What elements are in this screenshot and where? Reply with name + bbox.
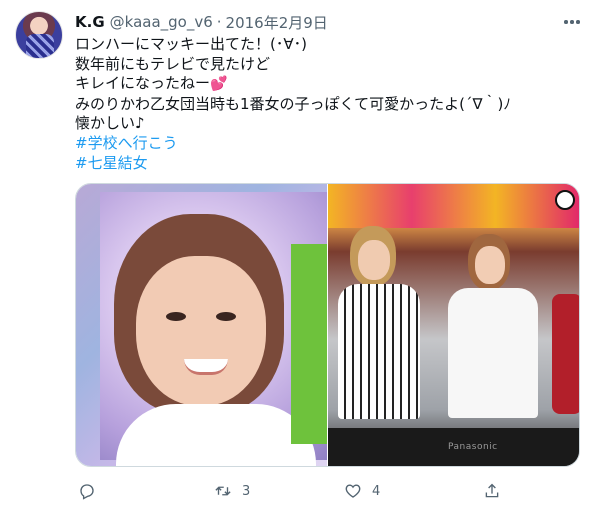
retweet-icon (215, 486, 231, 496)
hashtag-link[interactable]: #七星結女 (75, 154, 580, 174)
heart-icon (345, 484, 361, 498)
hashtag-link[interactable]: #学校へ行こう (75, 134, 580, 154)
photo-tv-portrait[interactable] (76, 184, 327, 466)
tweet-line: 懐かしい♪ (75, 114, 145, 133)
share-icon (485, 483, 499, 498)
like-button[interactable]: 4 (344, 480, 380, 502)
reply-button[interactable] (78, 480, 106, 502)
avatar[interactable] (15, 11, 63, 59)
tweet: K.G @kaaa_go_v6 · 2016年2月9日 ロンハーにマッキー出てた… (0, 0, 596, 512)
media-grid: Panasonic (75, 183, 580, 467)
heart-emoji: 💕 (210, 76, 228, 93)
reply-icon (80, 484, 94, 500)
photo-tv-studio[interactable]: Panasonic (328, 184, 579, 466)
avatar-image (26, 34, 54, 58)
action-bar: 3 4 (75, 480, 505, 502)
tweet-line: みのりかわ乙女団当時も1番女の子っぽくて可愛かったよ(´∇｀)ﾉ (75, 94, 511, 113)
tweet-header: K.G @kaaa_go_v6 · 2016年2月9日 (75, 12, 328, 32)
retweet-count: 3 (242, 483, 251, 499)
separator-dot: · (216, 13, 222, 31)
tv-brand-logo: Panasonic (448, 442, 498, 452)
user-handle[interactable]: @kaaa_go_v6 (110, 13, 213, 31)
like-count: 4 (372, 483, 381, 499)
display-name[interactable]: K.G (75, 13, 105, 31)
tweet-line: キレイになったねー💕 (75, 74, 228, 93)
tweet-text: ロンハーにマッキー出てた！(･∀･) 数年前にもテレビで見たけど キレイになった… (75, 35, 580, 173)
share-button[interactable] (483, 480, 501, 502)
tweet-date[interactable]: 2016年2月9日 (226, 12, 328, 33)
retweet-button[interactable]: 3 (214, 480, 250, 502)
more-options-icon[interactable] (562, 12, 582, 32)
tweet-line: 数年前にもテレビで見たけど (75, 54, 271, 73)
tweet-line: ロンハーにマッキー出てた！(･∀･) (75, 35, 307, 53)
